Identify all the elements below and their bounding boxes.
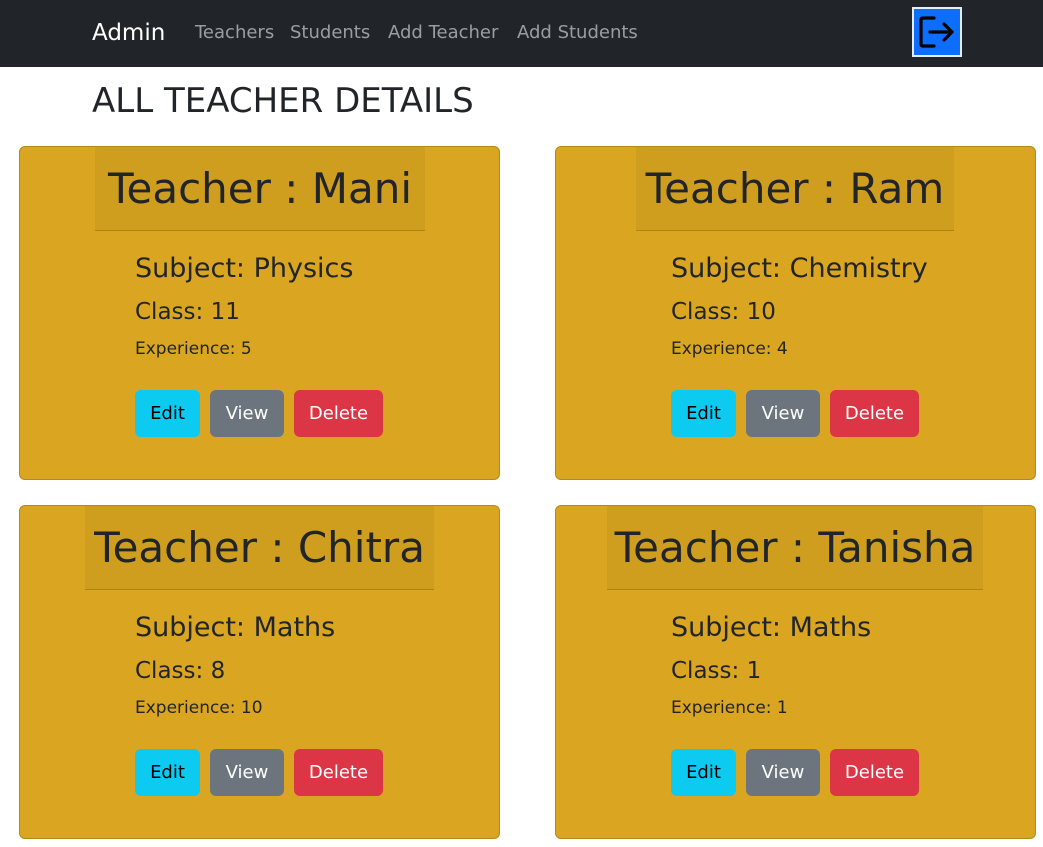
logout-button[interactable]: [912, 7, 962, 57]
nav-link-add-teacher[interactable]: Add Teacher: [388, 22, 498, 44]
teacher-subject: Subject: Chemistry: [671, 253, 928, 284]
brand-link[interactable]: Admin: [92, 19, 165, 47]
view-button[interactable]: View: [210, 749, 284, 796]
delete-button[interactable]: Delete: [830, 390, 919, 437]
logout-icon: [919, 16, 954, 48]
edit-button[interactable]: Edit: [135, 390, 200, 437]
page-title: ALL TEACHER DETAILS: [92, 81, 474, 121]
teacher-experience: Experience: 1: [671, 698, 788, 718]
delete-button[interactable]: Delete: [294, 390, 383, 437]
teacher-class: Class: 11: [135, 299, 240, 325]
teacher-subject: Subject: Maths: [135, 612, 336, 643]
edit-button[interactable]: Edit: [671, 390, 736, 437]
nav-link-teachers[interactable]: Teachers: [195, 22, 274, 44]
teacher-name: Teacher : Ram: [645, 163, 945, 213]
edit-button[interactable]: Edit: [135, 749, 200, 796]
teacher-experience: Experience: 10: [135, 698, 263, 718]
view-button[interactable]: View: [210, 390, 284, 437]
teacher-class: Class: 10: [671, 299, 776, 325]
view-button[interactable]: View: [746, 749, 820, 796]
nav-link-students[interactable]: Students: [290, 22, 370, 44]
top-navbar: Admin Teachers Students Add Teacher Add …: [0, 0, 1043, 67]
edit-button[interactable]: Edit: [671, 749, 736, 796]
teacher-card: Teacher : Ram Subject: Chemistry Class: …: [555, 146, 1036, 480]
card-header: Teacher : Ram: [636, 147, 954, 231]
delete-button[interactable]: Delete: [294, 749, 383, 796]
teacher-name: Teacher : Chitra: [94, 522, 425, 572]
teacher-card: Teacher : Mani Subject: Physics Class: 1…: [19, 146, 500, 480]
view-button[interactable]: View: [746, 390, 820, 437]
teacher-experience: Experience: 4: [671, 339, 788, 359]
teacher-class: Class: 8: [135, 658, 226, 684]
teacher-subject: Subject: Physics: [135, 253, 354, 284]
teacher-name: Teacher : Mani: [107, 163, 413, 213]
teacher-card: Teacher : Tanisha Subject: Maths Class: …: [555, 505, 1036, 839]
teacher-subject: Subject: Maths: [671, 612, 872, 643]
nav-link-add-students[interactable]: Add Students: [517, 22, 638, 44]
teacher-experience: Experience: 5: [135, 339, 252, 359]
teacher-name: Teacher : Tanisha: [614, 522, 976, 572]
card-header: Teacher : Chitra: [85, 506, 434, 590]
delete-button[interactable]: Delete: [830, 749, 919, 796]
teacher-class: Class: 1: [671, 658, 762, 684]
card-header: Teacher : Mani: [95, 147, 425, 231]
card-header: Teacher : Tanisha: [607, 506, 983, 590]
teacher-card: Teacher : Chitra Subject: Maths Class: 8…: [19, 505, 500, 839]
